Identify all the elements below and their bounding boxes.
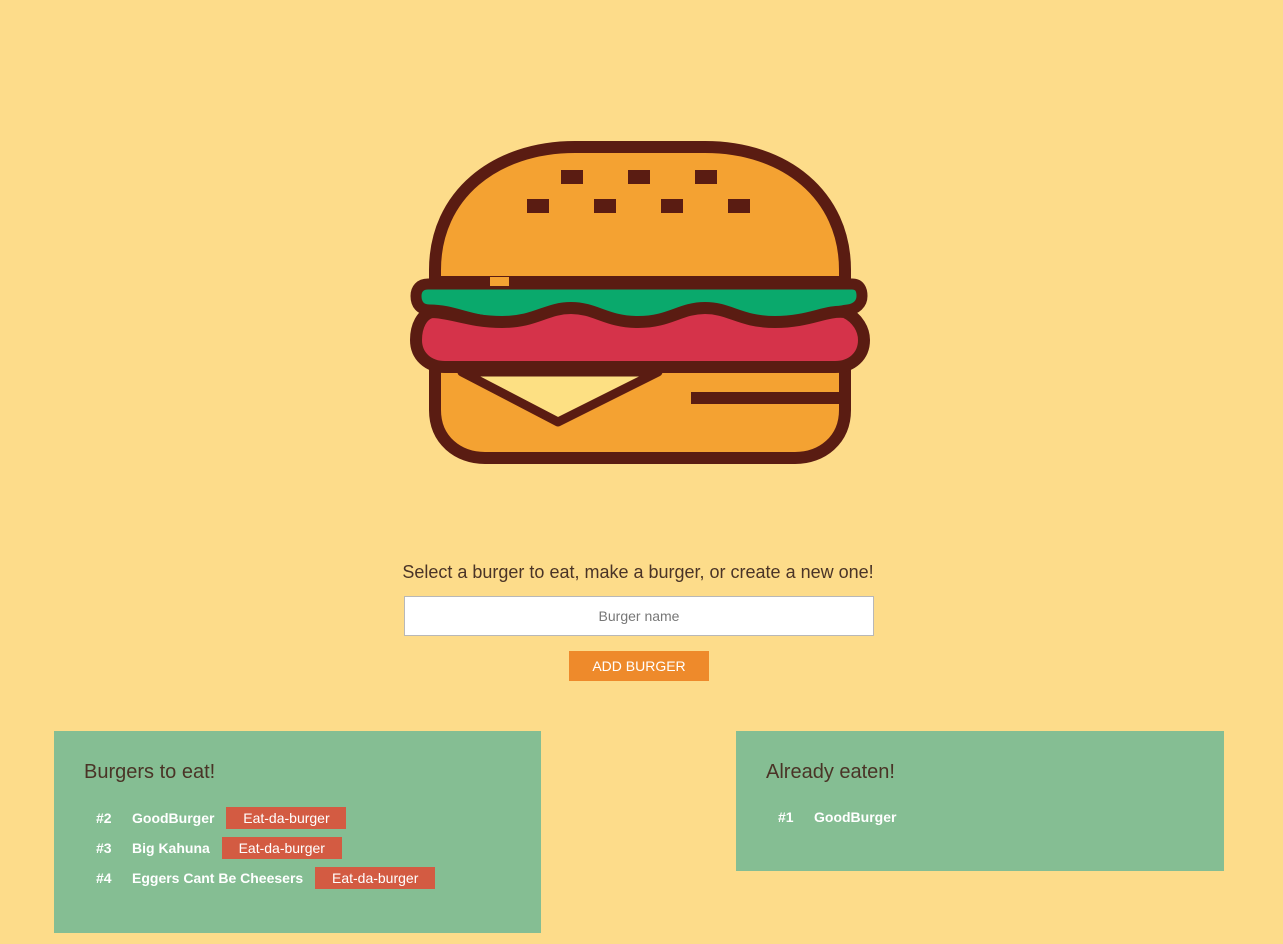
burger-name: GoodBurger <box>132 810 215 826</box>
eat-da-burger-button[interactable]: Eat-da-burger <box>315 867 436 889</box>
burger-number: #2 <box>96 810 112 826</box>
list-item: #4 Eggers Cant Be Cheesers Eat-da-burger <box>96 867 436 889</box>
already-eaten-panel: Already eaten! #1 GoodBurger <box>736 731 1224 871</box>
eat-da-burger-button[interactable]: Eat-da-burger <box>226 807 347 829</box>
burger-number: #4 <box>96 870 112 886</box>
burger-name: Big Kahuna <box>132 840 210 856</box>
list-item: #1 GoodBurger <box>778 806 908 828</box>
burger-number: #1 <box>778 809 794 825</box>
burgers-to-eat-panel: Burgers to eat! #2 GoodBurger Eat-da-bur… <box>54 731 541 933</box>
add-burger-button[interactable]: ADD BURGER <box>569 651 709 681</box>
burger-name-input[interactable] <box>404 596 874 636</box>
list-item: #3 Big Kahuna Eat-da-burger <box>96 837 342 859</box>
page: Select a burger to eat, make a burger, o… <box>0 0 1283 944</box>
list-item: #2 GoodBurger Eat-da-burger <box>96 807 347 829</box>
burger-icon <box>410 141 870 464</box>
prompt-text: Select a burger to eat, make a burger, o… <box>402 562 874 582</box>
eat-da-burger-button[interactable]: Eat-da-burger <box>221 837 342 859</box>
burger-name: GoodBurger <box>814 809 897 825</box>
already-eaten-title: Already eaten! <box>766 761 895 783</box>
burgers-to-eat-title: Burgers to eat! <box>84 761 216 783</box>
burger-name: Eggers Cant Be Cheesers <box>132 870 304 886</box>
burger-number: #3 <box>96 840 112 856</box>
